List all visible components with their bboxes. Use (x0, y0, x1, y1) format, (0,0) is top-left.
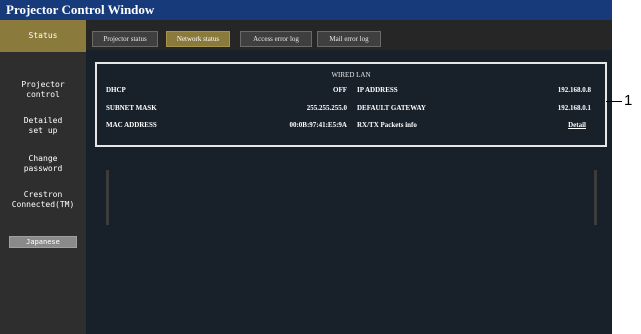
tab-bar: Projector status Network status Access e… (86, 20, 612, 50)
subnet-mask-label: SUBNET MASK (106, 104, 157, 112)
mac-address-value: 00:0B:97:41:E5:9A (289, 121, 347, 129)
dhcp-value: OFF (333, 86, 347, 94)
language-button[interactable]: Japanese (9, 236, 77, 248)
ip-address-label: IP ADDRESS (357, 86, 398, 94)
callout-line (606, 101, 622, 102)
sidebar-item-label: Projector control (21, 80, 65, 99)
sidebar-item-detailed-set-up[interactable]: Detailed set up (0, 106, 86, 136)
tab-mail-error-log[interactable]: Mail error log (317, 31, 381, 47)
sidebar: Status Projector control Detailed set up… (0, 20, 86, 334)
sidebar-item-crestron-connected[interactable]: Crestron Connected(TM) (0, 180, 86, 210)
sidebar-item-label: Change password (23, 154, 63, 173)
tab-access-error-log[interactable]: Access error log (240, 31, 312, 47)
tab-label: Access error log (253, 35, 299, 43)
window-title: Projector Control Window (6, 2, 155, 17)
callout-number: 1 (624, 92, 633, 109)
wired-lan-panel: WIRED LAN DHCP OFF IP ADDRESS 192.168.0.… (95, 62, 607, 147)
detail-link[interactable]: Detail (568, 121, 586, 129)
sidebar-item-label: Crestron Connected(TM) (11, 190, 75, 209)
sidebar-item-label: Status (28, 31, 58, 40)
tab-label: Network status (176, 35, 220, 43)
left-scrollbar[interactable] (106, 170, 109, 225)
sidebar-item-label: Detailed set up (23, 116, 63, 135)
wired-lan-title: WIRED LAN (331, 71, 371, 79)
mac-address-label: MAC ADDRESS (106, 121, 157, 129)
sidebar-item-change-password[interactable]: Change password (0, 144, 86, 174)
title-bar: Projector Control Window (0, 0, 612, 20)
language-button-label: Japanese (26, 238, 60, 246)
rx-tx-packets-label: RX/TX Packets info (357, 121, 417, 129)
tab-label: Projector status (103, 35, 147, 43)
subnet-mask-value: 255.255.255.0 (306, 104, 347, 112)
tab-network-status[interactable]: Network status (166, 31, 230, 47)
right-scrollbar[interactable] (594, 170, 597, 225)
tab-label: Mail error log (329, 35, 369, 43)
ip-address-value: 192.168.0.8 (557, 86, 591, 94)
sidebar-item-projector-control[interactable]: Projector control (0, 70, 86, 100)
sidebar-item-status[interactable]: Status (0, 20, 86, 52)
tab-projector-status[interactable]: Projector status (92, 31, 158, 47)
default-gateway-value: 192.168.0.1 (557, 104, 591, 112)
default-gateway-label: DEFAULT GATEWAY (357, 104, 426, 112)
dhcp-label: DHCP (106, 86, 126, 94)
